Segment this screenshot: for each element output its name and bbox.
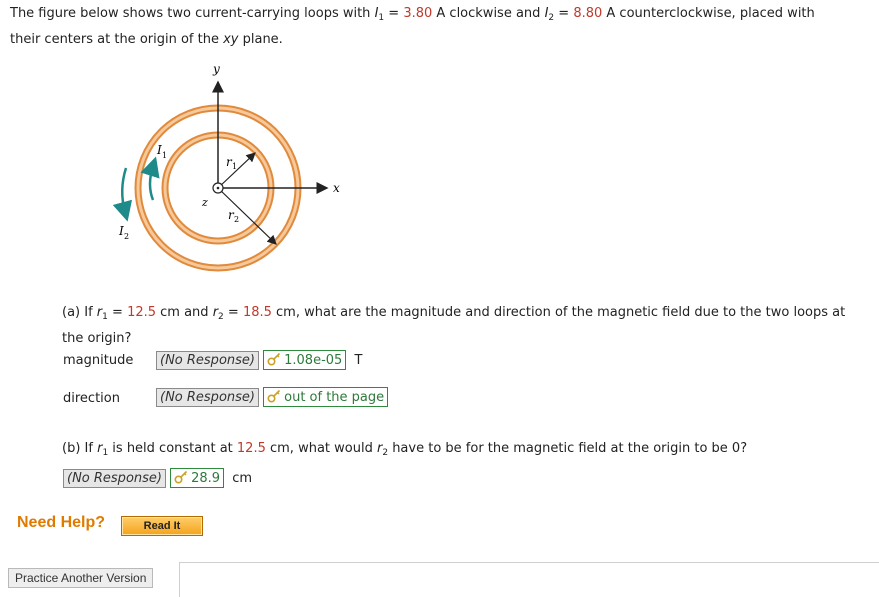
footer-divider-vertical <box>179 562 180 597</box>
part-b-question: (b) If r1 is held constant at 12.5 cm, w… <box>62 438 877 464</box>
key-icon <box>267 352 281 366</box>
part-b-text: (b) If <box>62 441 98 456</box>
part-b-row: (No Response) 28.9 cm <box>63 468 252 488</box>
i1-label-sub: 1 <box>162 151 167 160</box>
i2-value: 8.80 <box>573 6 603 21</box>
equals-sign: = <box>554 6 574 21</box>
intro-text-2: A clockwise and <box>432 6 545 21</box>
i1-value: 3.80 <box>403 6 433 21</box>
equals-sign: = <box>384 6 404 21</box>
part-b-answer: 28.9 <box>191 471 221 486</box>
direction-row: (No Response) out of the page <box>156 387 389 407</box>
part-a-text-2: cm and <box>156 305 213 320</box>
r2-value: 18.5 <box>242 305 272 320</box>
direction-answer-box: out of the page <box>263 387 389 407</box>
r1-value: 12.5 <box>127 305 157 320</box>
part-b-text-2: is held constant at <box>108 441 237 456</box>
key-icon <box>267 389 281 403</box>
loops-diagram: y x z I 1 I 2 r 1 r 2 <box>112 62 340 272</box>
need-help-label: Need Help? <box>17 514 106 531</box>
direction-answer: out of the page <box>284 390 385 405</box>
equals-sign: = <box>223 305 243 320</box>
intro-text-4: their centers at the origin of the <box>10 32 224 47</box>
part-a-text-4: the origin? <box>62 331 132 346</box>
r1-value: 12.5 <box>236 441 266 456</box>
loops-figure: y x z I 1 I 2 r 1 r 2 <box>105 60 355 305</box>
intro-text-5: plane. <box>238 32 283 47</box>
part-b-text-4: have to be for the magnetic field at the… <box>388 441 748 456</box>
part-b-no-response: (No Response) <box>63 469 166 488</box>
part-a-question: (a) If r1 = 12.5 cm and r2 = 18.5 cm, wh… <box>62 302 877 349</box>
x-label: x <box>333 181 340 195</box>
z-label: z <box>201 196 208 209</box>
intro-text: The figure below shows two current-carry… <box>10 6 375 21</box>
magnitude-answer: 1.08e-05 <box>284 353 343 368</box>
i2-label-sub: 2 <box>124 232 129 241</box>
plane-name: xy <box>223 32 239 47</box>
part-b-unit: cm <box>232 471 253 486</box>
part-b-text-3: cm, what would <box>265 441 377 456</box>
i2-direction-arrow <box>112 167 133 222</box>
r1-label-sub: 1 <box>232 162 237 171</box>
direction-label: direction <box>63 391 120 406</box>
question-intro: The figure below shows two current-carry… <box>10 3 870 50</box>
magnitude-answer-box: 1.08e-05 <box>263 350 347 370</box>
r2-label-sub: 2 <box>234 215 239 224</box>
magnitude-row: (No Response) 1.08e-05 T <box>156 350 362 370</box>
equals-sign: = <box>107 305 128 320</box>
i1-direction-arrow <box>140 156 160 201</box>
part-a-text-3: cm, what are the magnitude and direction… <box>271 305 846 320</box>
key-icon <box>174 470 188 484</box>
read-it-button[interactable]: Read It <box>121 516 203 536</box>
y-label: y <box>212 62 220 76</box>
practice-another-version-button[interactable]: Practice Another Version <box>8 568 154 588</box>
magnitude-label: magnitude <box>63 353 134 368</box>
part-b-answer-box: 28.9 <box>170 468 225 488</box>
intro-text-3: A counterclockwise, placed with <box>602 6 815 21</box>
magnitude-unit: T <box>354 353 363 368</box>
direction-no-response: (No Response) <box>156 388 259 407</box>
part-a-text: (a) If <box>62 305 97 320</box>
footer-divider <box>179 562 879 563</box>
magnitude-no-response: (No Response) <box>156 351 259 370</box>
